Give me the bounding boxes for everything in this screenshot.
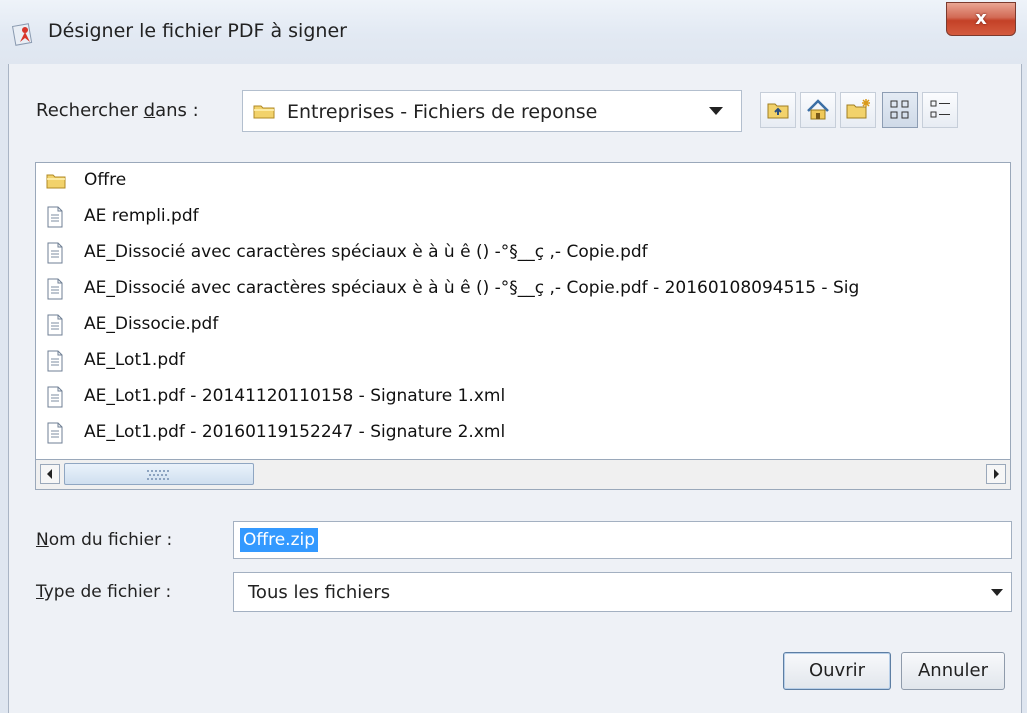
chevron-down-icon: [709, 107, 723, 115]
look-in-combo[interactable]: Entreprises - Fichiers de reponse: [242, 90, 742, 132]
details-view-button[interactable]: [922, 92, 958, 128]
look-in-value: Entreprises - Fichiers de reponse: [287, 101, 598, 123]
scroll-thumb[interactable]: [64, 463, 254, 485]
file-item-label: Offre: [84, 170, 127, 190]
list-view-icon: [890, 100, 909, 119]
scroll-left-button[interactable]: [40, 464, 60, 484]
details-view-icon: [930, 100, 950, 118]
file-item-label: AE rempli.pdf: [84, 206, 199, 226]
look-in-label: Rechercher dans :: [36, 100, 199, 121]
window-title: Désigner le fichier PDF à signer: [48, 20, 347, 42]
new-folder-button[interactable]: [840, 92, 876, 128]
document-icon: [46, 278, 64, 300]
list-view-button[interactable]: [882, 92, 918, 128]
horizontal-scrollbar[interactable]: [35, 460, 1011, 490]
close-icon: x: [975, 8, 987, 29]
document-icon: [46, 242, 64, 264]
arrow-left-icon: [47, 469, 52, 479]
file-name-value: Offre.zip: [240, 528, 319, 552]
scroll-right-button[interactable]: [986, 464, 1006, 484]
file-item-label: AE_Lot1.pdf - 20160119152247 - Signature…: [84, 422, 506, 442]
document-icon: [46, 386, 64, 408]
cancel-button[interactable]: Annuler: [901, 652, 1005, 690]
chevron-down-icon: [991, 589, 1003, 596]
home-button[interactable]: [800, 92, 836, 128]
close-button[interactable]: x: [946, 2, 1016, 36]
window-frame-left: [0, 64, 8, 713]
arrow-right-icon: [994, 469, 999, 479]
new-folder-icon: [846, 99, 870, 119]
up-folder-button[interactable]: [760, 92, 796, 128]
document-icon: [46, 350, 64, 372]
file-item-label: AE_Lot1.pdf: [84, 350, 185, 370]
file-type-value: Tous les fichiers: [248, 582, 391, 603]
up-folder-icon: [767, 103, 789, 119]
open-button[interactable]: Ouvrir: [783, 652, 891, 690]
document-icon: [46, 314, 64, 336]
file-item-label: AE_Dissocié avec caractères spéciaux è à…: [84, 278, 860, 298]
folder-icon: [253, 105, 275, 119]
file-list[interactable]: Offre AE rempli.pdf AE_Dissocié avec carac…: [35, 162, 1011, 460]
file-type-combo[interactable]: Tous les fichiers: [233, 572, 1012, 612]
file-item-label: AE_Dissocie.pdf: [84, 314, 219, 334]
home-icon: [807, 99, 829, 120]
file-type-label: Type de fichier :: [36, 582, 172, 602]
file-name-label: Nom du fichier :: [36, 530, 173, 550]
file-item-label: AE_Dissocié avec caractères spéciaux è à…: [84, 242, 648, 262]
grip-icon: [147, 470, 169, 480]
signature-app-icon: [12, 23, 33, 46]
title-bar: Désigner le fichier PDF à signer x: [0, 0, 1027, 64]
document-icon: [46, 206, 64, 228]
file-name-input[interactable]: Offre.zip: [233, 521, 1012, 559]
file-item-label: AE_Lot1.pdf - 20141120110158 - Signature…: [84, 386, 506, 406]
folder-icon: [46, 170, 66, 192]
document-icon: [46, 422, 64, 444]
